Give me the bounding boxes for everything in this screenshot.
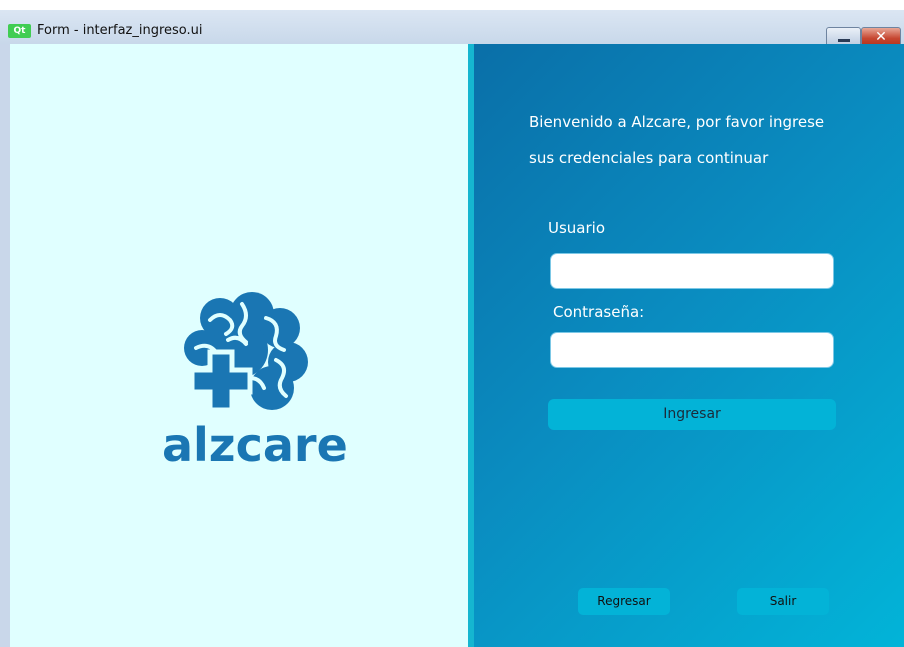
welcome-message: Bienvenido a Alzcare, por favor ingrese … <box>529 104 849 176</box>
login-button[interactable]: Ingresar <box>548 399 836 430</box>
brand-wordmark: alzcare <box>162 418 348 472</box>
close-icon: ✕ <box>875 29 887 45</box>
welcome-line-2: sus credenciales para continuar <box>529 149 769 167</box>
exit-button[interactable]: Salir <box>737 588 829 615</box>
minimize-icon <box>837 39 850 42</box>
window-titlebar[interactable]: Qt Form - interfaz_ingreso.ui ✕ <box>0 10 904 48</box>
window-left-border <box>0 44 10 647</box>
back-button[interactable]: Regresar <box>578 588 670 615</box>
brain-cross-icon <box>184 292 308 413</box>
qt-logo-icon: Qt <box>8 24 31 38</box>
password-input[interactable] <box>550 332 834 368</box>
user-input[interactable] <box>550 253 834 289</box>
welcome-line-1: Bienvenido a Alzcare, por favor ingrese <box>529 113 825 131</box>
user-label: Usuario <box>548 219 606 237</box>
window-title: Form - interfaz_ingreso.ui <box>37 23 203 38</box>
password-label: Contraseña: <box>553 303 645 321</box>
